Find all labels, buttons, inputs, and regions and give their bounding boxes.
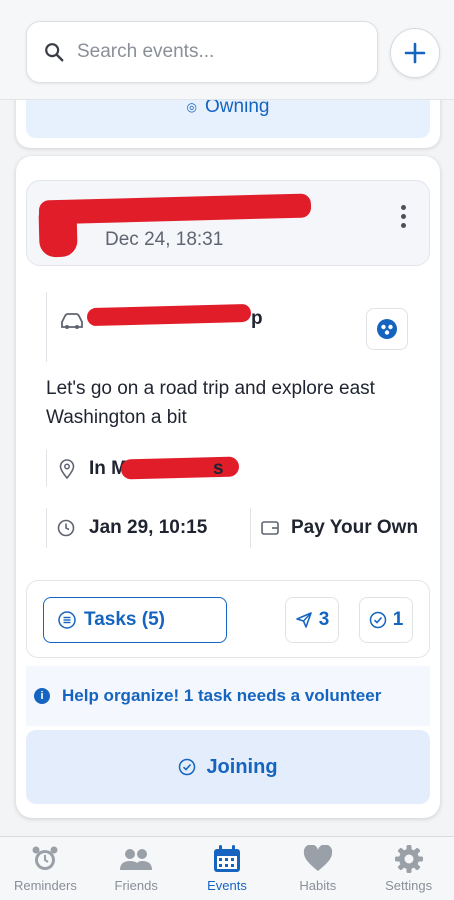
nav-friends[interactable]: Friends — [91, 837, 182, 900]
nav-reminders[interactable]: Reminders — [0, 837, 91, 900]
event-card[interactable]: Dec 24, 18:31 p Let's go on a road trip … — [16, 156, 440, 818]
invites-count: 3 — [318, 609, 330, 630]
plus-icon — [404, 42, 426, 64]
help-organize-banner[interactable]: i Help organize! 1 task needs a voluntee… — [26, 666, 430, 726]
completed-count: 1 — [392, 609, 404, 630]
tasks-button[interactable]: Tasks (5) — [43, 597, 227, 643]
search-icon — [45, 43, 64, 62]
clock-icon — [57, 519, 75, 537]
gear-icon — [394, 843, 424, 875]
send-icon — [295, 612, 312, 628]
event-meta-row: Jan 29, 10:15 Pay Your Own — [46, 508, 426, 548]
invites-button[interactable]: 3 — [285, 597, 339, 643]
info-icon: i — [34, 688, 50, 704]
car-icon — [61, 313, 83, 329]
event-payment-label: Pay Your Own — [291, 517, 419, 538]
calendar-icon — [212, 843, 242, 875]
alarm-clock-icon — [30, 843, 60, 875]
nav-label: Friends — [114, 878, 158, 893]
event-created-date: Dec 24, 18:31 — [105, 229, 224, 250]
add-event-button[interactable] — [390, 28, 440, 78]
group-icon — [377, 319, 397, 339]
event-location-suffix: s — [213, 458, 224, 479]
redacted-organizer-avatar — [38, 200, 78, 258]
list-icon — [58, 611, 76, 629]
heart-icon — [303, 843, 333, 875]
event-start-time: Jan 29, 10:15 — [46, 508, 252, 548]
redacted-event-title — [86, 303, 252, 327]
nav-label: Reminders — [13, 878, 77, 893]
joining-status-button[interactable]: Joining — [26, 730, 430, 804]
group-button[interactable] — [366, 308, 408, 350]
completed-button[interactable]: 1 — [359, 597, 413, 643]
nav-label: Events — [207, 878, 247, 893]
people-icon — [119, 843, 153, 875]
owning-status-icon: ◎ — [186, 100, 198, 114]
joining-status-label: Joining — [206, 755, 278, 778]
redacted-organizer-name — [38, 193, 312, 225]
wallet-icon — [261, 521, 279, 535]
check-circle-icon — [179, 758, 196, 776]
help-organize-text: Help organize! 1 task needs a volunteer — [62, 686, 382, 705]
more-options-icon[interactable] — [401, 205, 407, 228]
nav-habits[interactable]: Habits — [272, 837, 363, 900]
event-location-row: In M s — [46, 450, 426, 486]
search-box[interactable] — [26, 21, 378, 83]
nav-label: Habits — [299, 878, 337, 893]
location-pin-icon — [59, 459, 75, 479]
event-description: Let's go on a road trip and explore east… — [46, 378, 375, 428]
event-card-header: Dec 24, 18:31 — [26, 180, 430, 266]
tasks-label: Tasks (5) — [84, 609, 165, 630]
bottom-navigation: Reminders Friends Events Habits Settings — [0, 836, 454, 900]
nav-label: Settings — [385, 878, 433, 893]
event-title-fragment: p — [251, 308, 263, 329]
event-title-block: p — [46, 292, 416, 362]
top-bar — [0, 0, 454, 100]
nav-events[interactable]: Events — [182, 837, 273, 900]
event-payment: Pay Your Own — [250, 508, 426, 548]
search-input[interactable] — [77, 41, 347, 63]
event-start-label: Jan 29, 10:15 — [89, 517, 208, 538]
task-summary: Tasks (5) 3 1 — [26, 580, 430, 658]
nav-settings[interactable]: Settings — [363, 837, 454, 900]
check-circle-icon — [369, 611, 386, 629]
